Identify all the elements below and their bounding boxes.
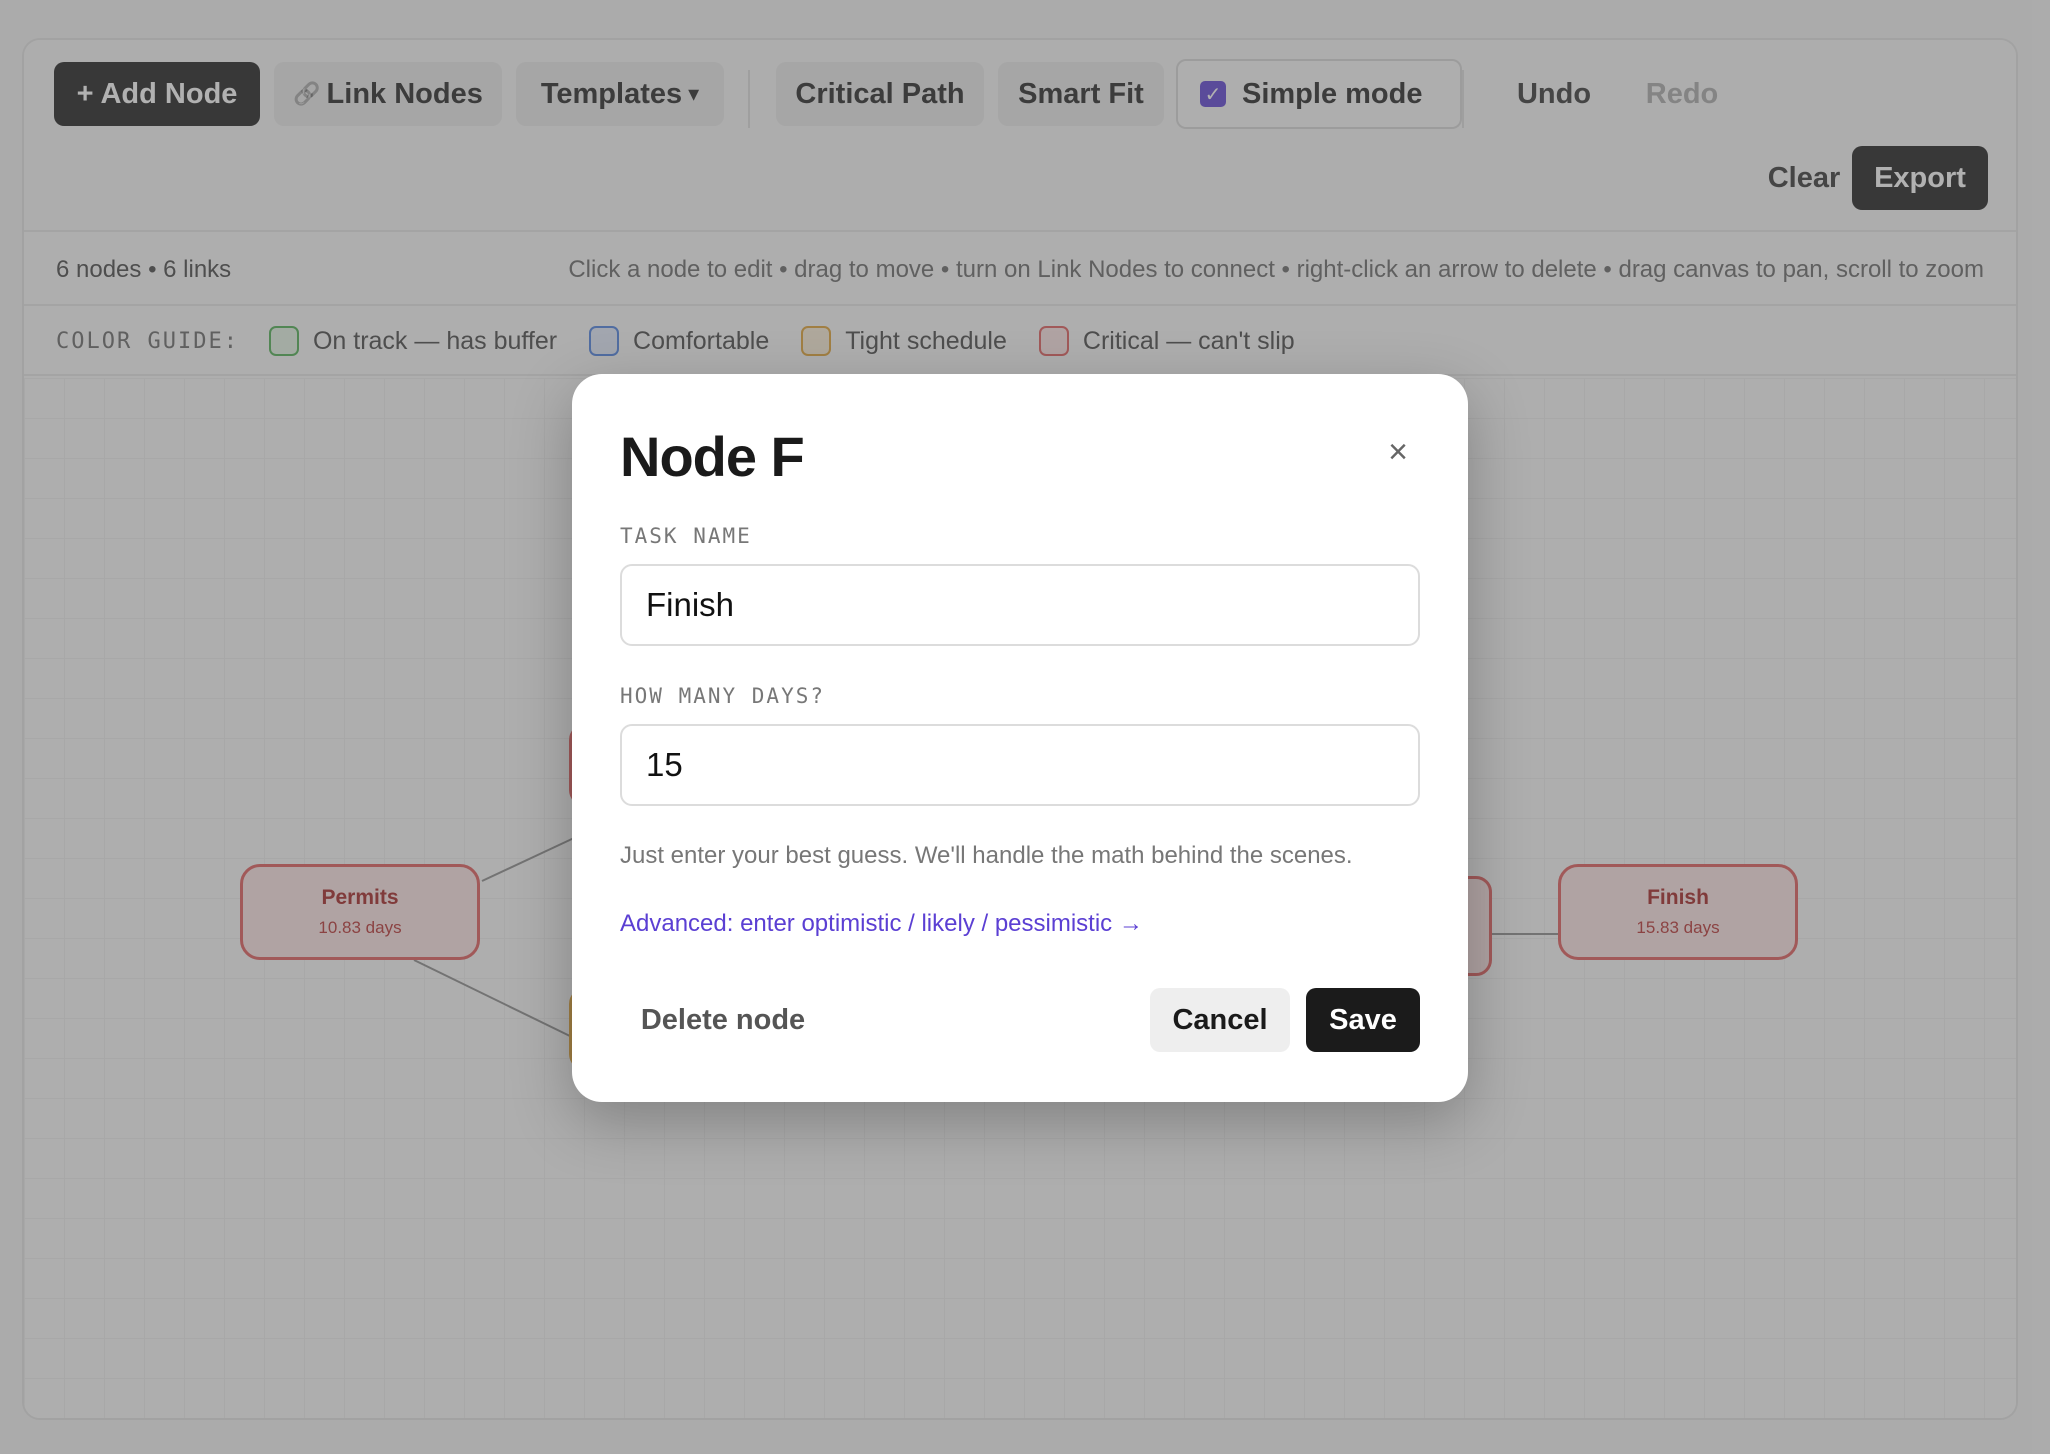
- dialog-title: Node F: [620, 425, 805, 488]
- delete-node-button[interactable]: Delete node: [620, 988, 826, 1052]
- days-input[interactable]: [620, 724, 1420, 806]
- helper-text: Just enter your best guess. We'll handle…: [620, 842, 1353, 869]
- save-button[interactable]: Save: [1306, 988, 1420, 1052]
- task-name-label: TASK NAME: [620, 524, 752, 548]
- close-icon[interactable]: ×: [1376, 430, 1420, 474]
- cancel-button[interactable]: Cancel: [1150, 988, 1290, 1052]
- task-name-input[interactable]: [620, 564, 1420, 646]
- days-label: HOW MANY DAYS?: [620, 684, 826, 708]
- edit-node-dialog: Node F × TASK NAME HOW MANY DAYS? Just e…: [572, 374, 1468, 1102]
- advanced-estimate-link[interactable]: Advanced: enter optimistic / likely / pe…: [620, 910, 1143, 938]
